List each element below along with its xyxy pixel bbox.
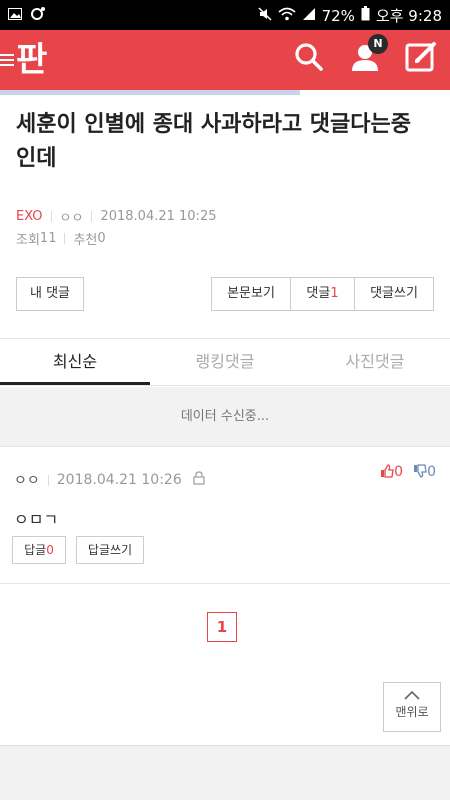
divider xyxy=(64,233,66,244)
clock: 오후 9:28 xyxy=(375,7,442,25)
write-icon[interactable] xyxy=(404,40,438,74)
comments-button[interactable]: 댓글1 xyxy=(290,277,355,311)
write-reply-button[interactable]: 답글쓰기 xyxy=(76,536,144,564)
post-content: 세훈이 인별에 종대 사과하라고 댓글다는중 인데 EXO ㅇㅇ 2018.04… xyxy=(0,90,450,745)
comments-label: 댓글 xyxy=(306,286,331,301)
recommend-count: 0 xyxy=(97,231,106,246)
loading-progress xyxy=(0,90,300,95)
menu-icon[interactable] xyxy=(0,52,14,68)
reply-count: 0 xyxy=(46,543,54,557)
divider xyxy=(47,474,49,486)
scroll-to-top-label: 맨위로 xyxy=(395,705,429,719)
battery-icon xyxy=(361,6,370,25)
report-icon[interactable] xyxy=(192,471,206,489)
upvote-count: 0 xyxy=(394,464,404,480)
write-comment-button[interactable]: 댓글쓰기 xyxy=(354,277,434,311)
page-1-button[interactable]: 1 xyxy=(207,612,237,642)
search-icon[interactable] xyxy=(292,40,326,74)
post-datetime: 2018.04.21 10:25 xyxy=(100,209,217,224)
notification-badge: N xyxy=(368,34,388,54)
comments-count: 1 xyxy=(330,286,339,301)
chevron-up-icon xyxy=(404,690,420,700)
app-header: 판 N xyxy=(0,30,450,90)
post-title: 세훈이 인별에 종대 사과하라고 댓글다는중 인데 xyxy=(16,112,411,171)
comment-datetime: 2018.04.21 10:26 xyxy=(56,472,182,488)
divider xyxy=(91,211,93,222)
views-count: 11 xyxy=(39,231,57,246)
tab-photo[interactable]: 사진댓글 xyxy=(300,339,450,385)
gallery-icon xyxy=(8,6,22,24)
post-meta: EXO ㅇㅇ 2018.04.21 10:25 xyxy=(16,207,216,226)
comment-author: ㅇㅇ xyxy=(14,473,40,489)
downvote-button[interactable]: 0 xyxy=(413,464,436,480)
view-original-button[interactable]: 본문보기 xyxy=(211,277,291,311)
scroll-to-top-button[interactable]: 맨위로 xyxy=(383,682,441,732)
post-author: ㅇㅇ xyxy=(59,211,84,226)
comment-item: ㅇㅇ 2018.04.21 10:26 0 0 ㅇㅁㄱ 답글0 답글쓰기 xyxy=(0,448,450,584)
mute-icon xyxy=(258,6,272,25)
comment-body: ㅇㅁㄱ xyxy=(14,510,59,529)
footer xyxy=(0,745,450,800)
wifi-icon xyxy=(278,7,296,25)
divider xyxy=(50,211,52,222)
recommend-label: 추천 xyxy=(73,233,98,248)
status-bar: 72% 오후 9:28 xyxy=(0,0,450,30)
post-category[interactable]: EXO xyxy=(16,209,43,224)
comment-tabs: 최신순 랭킹댓글 사진댓글 xyxy=(0,338,450,386)
signal-icon xyxy=(302,7,316,25)
views-label: 조회 xyxy=(16,233,40,248)
upvote-button[interactable]: 0 xyxy=(380,464,403,480)
tab-ranking[interactable]: 랭킹댓글 xyxy=(150,339,300,385)
tab-latest[interactable]: 최신순 xyxy=(0,339,150,385)
downvote-count: 0 xyxy=(427,464,436,480)
my-comments-button[interactable]: 내 댓글 xyxy=(16,277,84,311)
post-stats: 조회 11 추천 0 xyxy=(16,229,106,248)
loading-message: 데이터 수신중... xyxy=(0,387,450,447)
reply-button[interactable]: 답글0 xyxy=(12,536,66,564)
sync-icon xyxy=(30,6,46,24)
app-logo[interactable]: 판 xyxy=(16,38,47,82)
battery-percent: 72% xyxy=(321,6,355,25)
reply-label: 답글 xyxy=(24,543,47,557)
profile-icon[interactable]: N xyxy=(348,34,388,74)
